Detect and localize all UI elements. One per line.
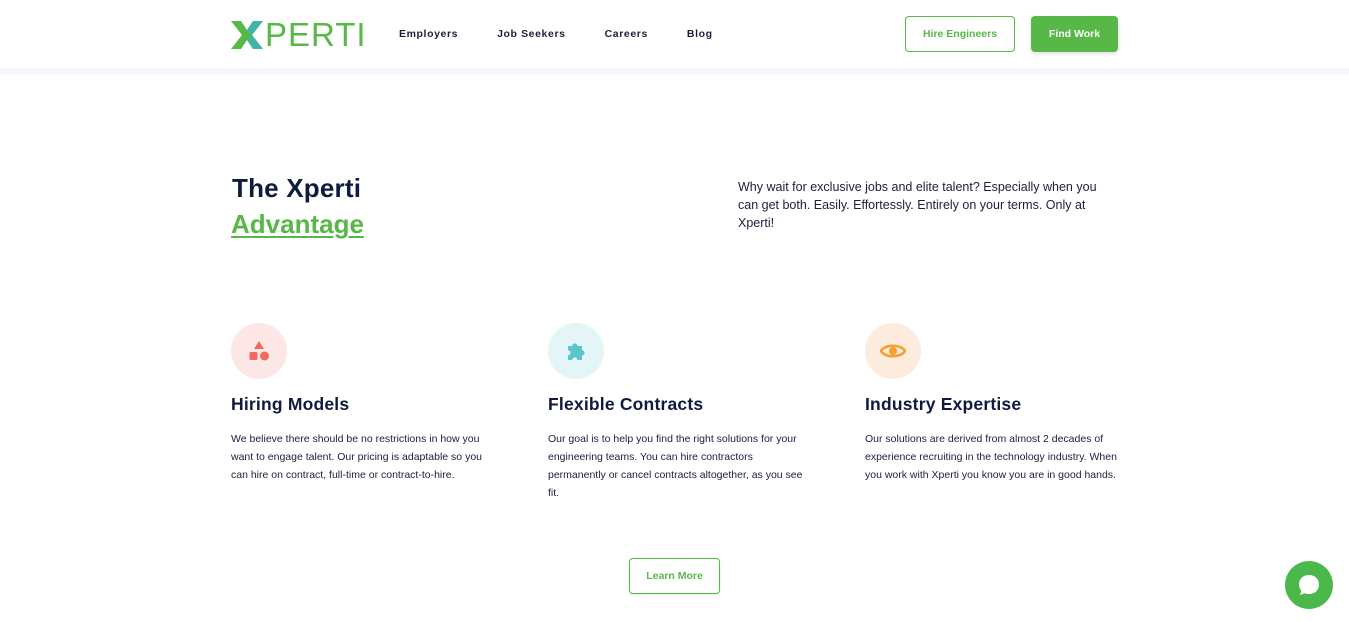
feature-description: Our solutions are derived from almost 2 … [865,433,1117,481]
header-divider [0,68,1349,75]
eye-icon [880,344,906,358]
learn-more-button[interactable]: Learn More [629,558,720,594]
nav-blog[interactable]: Blog [687,28,713,40]
find-work-button[interactable]: Find Work [1031,16,1118,52]
nav-careers[interactable]: Careers [605,28,648,40]
shapes-icon [249,341,269,361]
xperti-logo[interactable]: PERTI [231,18,367,52]
feature-title: Industry Expertise [865,394,1022,414]
section-title: The Xperti [232,173,362,203]
nav-job-seekers[interactable]: Job Seekers [497,28,565,40]
feature-flexible-contracts: Flexible Contracts Our goal is to help y… [548,323,808,502]
feature-icon-circle [231,323,287,379]
feature-description: We believe there should be no restrictio… [231,433,482,481]
feature-title: Flexible Contracts [548,394,704,414]
hire-engineers-button[interactable]: Hire Engineers [905,16,1015,52]
main-nav: Employers Job Seekers Careers Blog [399,28,713,40]
site-header: PERTI Employers Job Seekers Careers Blog… [0,0,1349,70]
feature-description: Our goal is to help you find the right s… [548,433,803,499]
feature-icon-circle [865,323,921,379]
chat-bubble-icon [1299,575,1319,595]
chat-widget-button[interactable] [1285,561,1333,609]
nav-employers[interactable]: Employers [399,28,458,40]
feature-industry-expertise: Industry Expertise Our solutions are der… [865,323,1125,484]
section-title-highlight: Advantage [231,209,364,239]
section-intro: Why wait for exclusive jobs and elite ta… [738,180,1097,230]
logo-text: PERTI [265,16,367,53]
feature-title: Hiring Models [231,394,350,414]
x-logo-icon [231,21,263,49]
feature-icon-circle [548,323,604,379]
feature-hiring-models: Hiring Models We believe there should be… [231,323,491,484]
puzzle-icon [568,343,585,360]
